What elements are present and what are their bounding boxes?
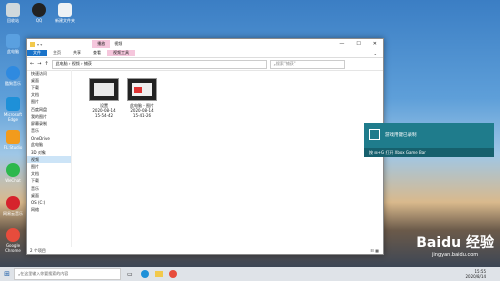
sidebar-item[interactable]: OS (C:) — [27, 199, 71, 206]
title-bar: ▾ ▾ 播放 视频 — ☐ ✕ — [27, 39, 383, 49]
quick-access-toolbar[interactable]: ▾ ▾ — [37, 42, 42, 47]
sidebar-item[interactable]: 我的图片 — [27, 113, 71, 120]
sidebar-item[interactable]: 桌面 — [27, 77, 71, 84]
sidebar-item[interactable]: 音乐 — [27, 185, 71, 192]
desktop-icon-edge[interactable]: Microsoft Edge — [2, 97, 24, 122]
taskbar-search[interactable]: ⌕ 在这里输入你要搜索的内容 — [14, 268, 121, 280]
folder-icon — [30, 41, 35, 47]
up-arrow-icon[interactable]: ↑ — [44, 61, 48, 67]
desktop-icon-recycle-bin[interactable]: 回收站 — [2, 3, 24, 23]
chrome-icon — [6, 228, 20, 242]
ribbon-tab-view[interactable]: 查看 — [87, 50, 107, 56]
notification-subtitle: 按 ⊞+G 打开 Xbox Game Bar — [364, 148, 494, 157]
sidebar-item[interactable]: 文档 — [27, 92, 71, 99]
task-view-icon[interactable]: ▭ — [127, 271, 133, 278]
sidebar-item[interactable]: 快速访问 — [27, 70, 71, 77]
desktop-icon-chrome[interactable]: Google Chrome — [2, 228, 24, 253]
sidebar-item[interactable]: 此电脑 — [27, 142, 71, 149]
fl-studio-icon — [6, 130, 20, 144]
desktop-icon-kugou[interactable]: 酷狗音乐 — [2, 66, 24, 86]
music-icon — [6, 66, 20, 80]
qq-icon — [32, 3, 46, 17]
status-bar: 2 个项目 ☷ ▦ — [27, 247, 383, 254]
view-toggle-icon[interactable]: ☷ ▦ — [370, 248, 383, 253]
taskbar: ⊞ ⌕ 在这里输入你要搜索的内容 ▭ 15:55 2020/8/14 — [0, 267, 500, 281]
file-item[interactable]: 此电脑 - 图片 2020-08-14 15-41-26 — [125, 78, 159, 118]
sidebar-item[interactable]: 屏幕录制 — [27, 120, 71, 127]
file-list: 设置 2020-08-14 15-54-42 此电脑 - 图片 2020-08-… — [73, 72, 383, 247]
recycle-bin-icon — [6, 3, 20, 17]
sidebar-item[interactable]: 百度网盘 — [27, 106, 71, 113]
sidebar-item[interactable]: 视频 — [27, 156, 71, 164]
sidebar-item[interactable]: OneDrive — [27, 135, 71, 142]
computer-icon — [6, 34, 20, 48]
address-row: ← → ↑ 此电脑 › 视频 › 捕获 ⌕ 搜索"捕获" — [27, 58, 383, 71]
start-button[interactable]: ⊞ — [0, 270, 14, 278]
navigation-pane: 快速访问 桌面 下载 文档 图片 百度网盘 我的图片 屏幕录制 音乐 OneDrive 此电脑 3D … — [27, 70, 72, 247]
sidebar-item[interactable]: 图片 — [27, 99, 71, 106]
video-thumbnail — [89, 78, 119, 101]
sidebar-item[interactable]: 音乐 — [27, 128, 71, 135]
chevron-down-icon[interactable]: ⌄ — [368, 51, 383, 56]
sidebar-item[interactable]: 网络 — [27, 207, 71, 214]
desktop-icon-new-folder[interactable]: 新建文件夹 — [54, 3, 76, 23]
ribbon-tab-home[interactable]: 主页 — [47, 50, 67, 56]
sidebar-item[interactable]: 图片 — [27, 163, 71, 170]
desktop-icon-qq[interactable]: QQ — [28, 3, 50, 23]
desktop-icon-this-pc[interactable]: 此电脑 — [2, 34, 24, 54]
minimize-button[interactable]: — — [339, 41, 344, 47]
video-thumbnail — [127, 78, 157, 101]
search-input[interactable]: ⌕ 搜索"捕获" — [269, 59, 345, 69]
chrome-icon[interactable] — [168, 270, 177, 278]
file-explorer-window: ▾ ▾ 播放 视频 — ☐ ✕ 文件 主页 共享 查看 视频工具 ⌄ ← → ↑… — [26, 38, 384, 255]
game-bar-icon — [369, 129, 380, 140]
desktop-icon-wechat[interactable]: WeChat — [2, 163, 24, 183]
forward-arrow-icon[interactable]: → — [37, 61, 41, 67]
system-clock[interactable]: 15:55 2020/8/14 — [465, 269, 500, 279]
address-bar[interactable]: 此电脑 › 视频 › 捕获 — [51, 59, 267, 69]
edge-icon — [6, 97, 20, 111]
back-arrow-icon[interactable]: ← — [30, 61, 34, 67]
netease-icon — [6, 196, 20, 210]
watermark: Baidu 经验 jingyan.baidu.com — [416, 235, 494, 258]
desktop-icon-netease[interactable]: 网易云音乐 — [2, 196, 24, 216]
tab-play[interactable]: 播放 — [92, 40, 111, 48]
sidebar-item[interactable]: 桌面 — [27, 192, 71, 199]
file-explorer-icon[interactable] — [154, 271, 163, 277]
notification-toast[interactable]: 游戏用键已录制 按 ⊞+G 打开 Xbox Game Bar — [364, 123, 494, 157]
sidebar-item[interactable]: 下载 — [27, 84, 71, 91]
desktop-icon-fl-studio[interactable]: FL Studio — [2, 130, 24, 150]
window-title: 视频 — [114, 41, 123, 46]
sidebar-item[interactable]: 文档 — [27, 171, 71, 178]
wechat-icon — [6, 163, 20, 177]
sidebar-item[interactable]: 下载 — [27, 178, 71, 185]
ribbon-tab-video-tools[interactable]: 视频工具 — [107, 50, 135, 56]
maximize-button[interactable]: ☐ — [356, 41, 360, 47]
ribbon-tab-share[interactable]: 共享 — [67, 50, 87, 56]
ribbon-tab-file[interactable]: 文件 — [27, 50, 47, 56]
sidebar-item[interactable]: 3D 对象 — [27, 149, 71, 156]
file-icon — [58, 3, 72, 17]
file-item[interactable]: 设置 2020-08-14 15-54-42 — [87, 78, 121, 118]
close-button[interactable]: ✕ — [373, 41, 377, 47]
edge-icon[interactable] — [140, 270, 149, 278]
ribbon-tabs: 文件 主页 共享 查看 视频工具 ⌄ — [27, 49, 383, 58]
